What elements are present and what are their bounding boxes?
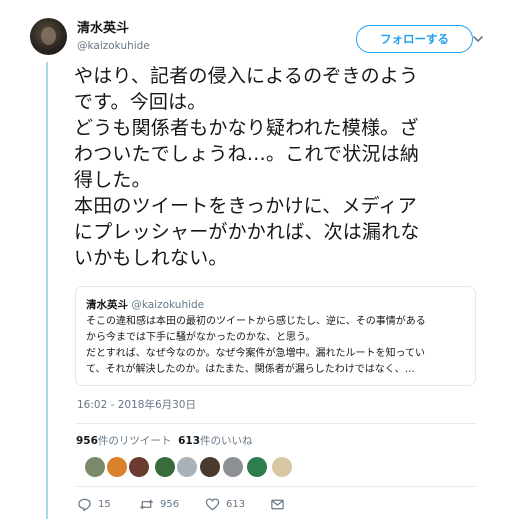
reply-count: 15 <box>98 498 111 510</box>
chevron-down-icon[interactable] <box>471 32 485 46</box>
direct-message-button[interactable] <box>270 495 285 513</box>
reply-button[interactable]: 15 <box>77 495 111 513</box>
tweet-line: にプレッシャーがかかれば、次は漏れな <box>74 221 420 243</box>
envelope-icon <box>271 499 284 509</box>
tweet-line: いかもしれない。 <box>74 247 228 269</box>
author-name[interactable]: 清水英斗 <box>77 20 150 37</box>
divider <box>75 486 476 487</box>
engagement-stats: 956件のリツイート 613件のいいね <box>76 433 253 448</box>
likes-label[interactable]: 件のいいね <box>200 435 253 447</box>
tweet-text: やはり、記者の侵入によるのぞきのよう です。今回は。 どうも関係者もかなり疑われ… <box>74 63 484 271</box>
tweet-line: やはり、記者の侵入によるのぞきのよう <box>74 65 419 87</box>
avatar[interactable] <box>30 18 67 55</box>
tweet-line: どうも関係者もかなり疑われた模様。ざ <box>74 117 419 139</box>
quote-line: そこの違和感は本田の最初のツイートから感じたし、逆に、その事情がある <box>86 316 426 327</box>
tweet-line: わついたでしょうね…。これで状況は納 <box>74 143 420 165</box>
thread-line <box>46 62 48 519</box>
quote-line: から今までは下手に騒がなかったのかな、と思う。 <box>86 332 316 343</box>
quote-author-handle: @kaizokuhide <box>131 299 205 311</box>
tweet-header: 清水英斗 @kaizokuhide フォローする <box>30 18 490 62</box>
retweet-count: 956 <box>160 498 180 510</box>
quote-author: 清水英斗 @kaizokuhide <box>86 297 204 312</box>
tweet-line: 本田のツイートをきっかけに、メディア <box>74 195 417 217</box>
like-count: 613 <box>226 498 246 510</box>
author-handle[interactable]: @kaizokuhide <box>77 39 150 54</box>
quoted-tweet[interactable]: 清水英斗 @kaizokuhide そこの違和感は本田の最初のツイートから感じた… <box>75 286 476 386</box>
liker-avatar[interactable] <box>85 457 105 477</box>
quote-line: て、それが解決したのか。はたまた、関係者が漏らしたわけではなく、… <box>86 364 415 375</box>
like-button[interactable]: 613 <box>205 495 245 513</box>
quote-author-name: 清水英斗 <box>86 299 128 311</box>
liker-avatar[interactable] <box>272 457 292 477</box>
quote-line: だとすれば、なぜ今なのか。なぜ今案件が急増中。漏れたルートを知ってい <box>86 348 425 359</box>
retweet-icon <box>139 499 154 509</box>
divider <box>75 423 476 424</box>
liker-avatar[interactable] <box>177 457 197 477</box>
retweets-count[interactable]: 956 <box>76 435 98 447</box>
liker-avatar[interactable] <box>129 457 149 477</box>
retweet-button[interactable]: 956 <box>139 495 179 513</box>
retweets-label[interactable]: 件のリツイート <box>98 435 172 447</box>
likes-count[interactable]: 613 <box>178 435 200 447</box>
liker-avatar[interactable] <box>200 457 220 477</box>
quote-text: そこの違和感は本田の最初のツイートから感じたし、逆に、その事情がある から今まで… <box>86 314 470 378</box>
liker-avatar[interactable] <box>155 457 175 477</box>
tweet-line: 得した。 <box>74 169 151 191</box>
liker-avatar[interactable] <box>247 457 267 477</box>
liker-avatar[interactable] <box>223 457 243 477</box>
reply-icon <box>78 498 91 511</box>
liker-avatar[interactable] <box>107 457 127 477</box>
follow-button[interactable]: フォローする <box>356 25 473 53</box>
tweet-timestamp[interactable]: 16:02 - 2018年6月30日 <box>77 397 196 412</box>
tweet-actions: 15 956 613 <box>77 495 377 513</box>
heart-icon <box>205 497 220 510</box>
tweet-line: です。今回は。 <box>74 91 207 113</box>
author-info: 清水英斗 @kaizokuhide <box>77 20 150 54</box>
